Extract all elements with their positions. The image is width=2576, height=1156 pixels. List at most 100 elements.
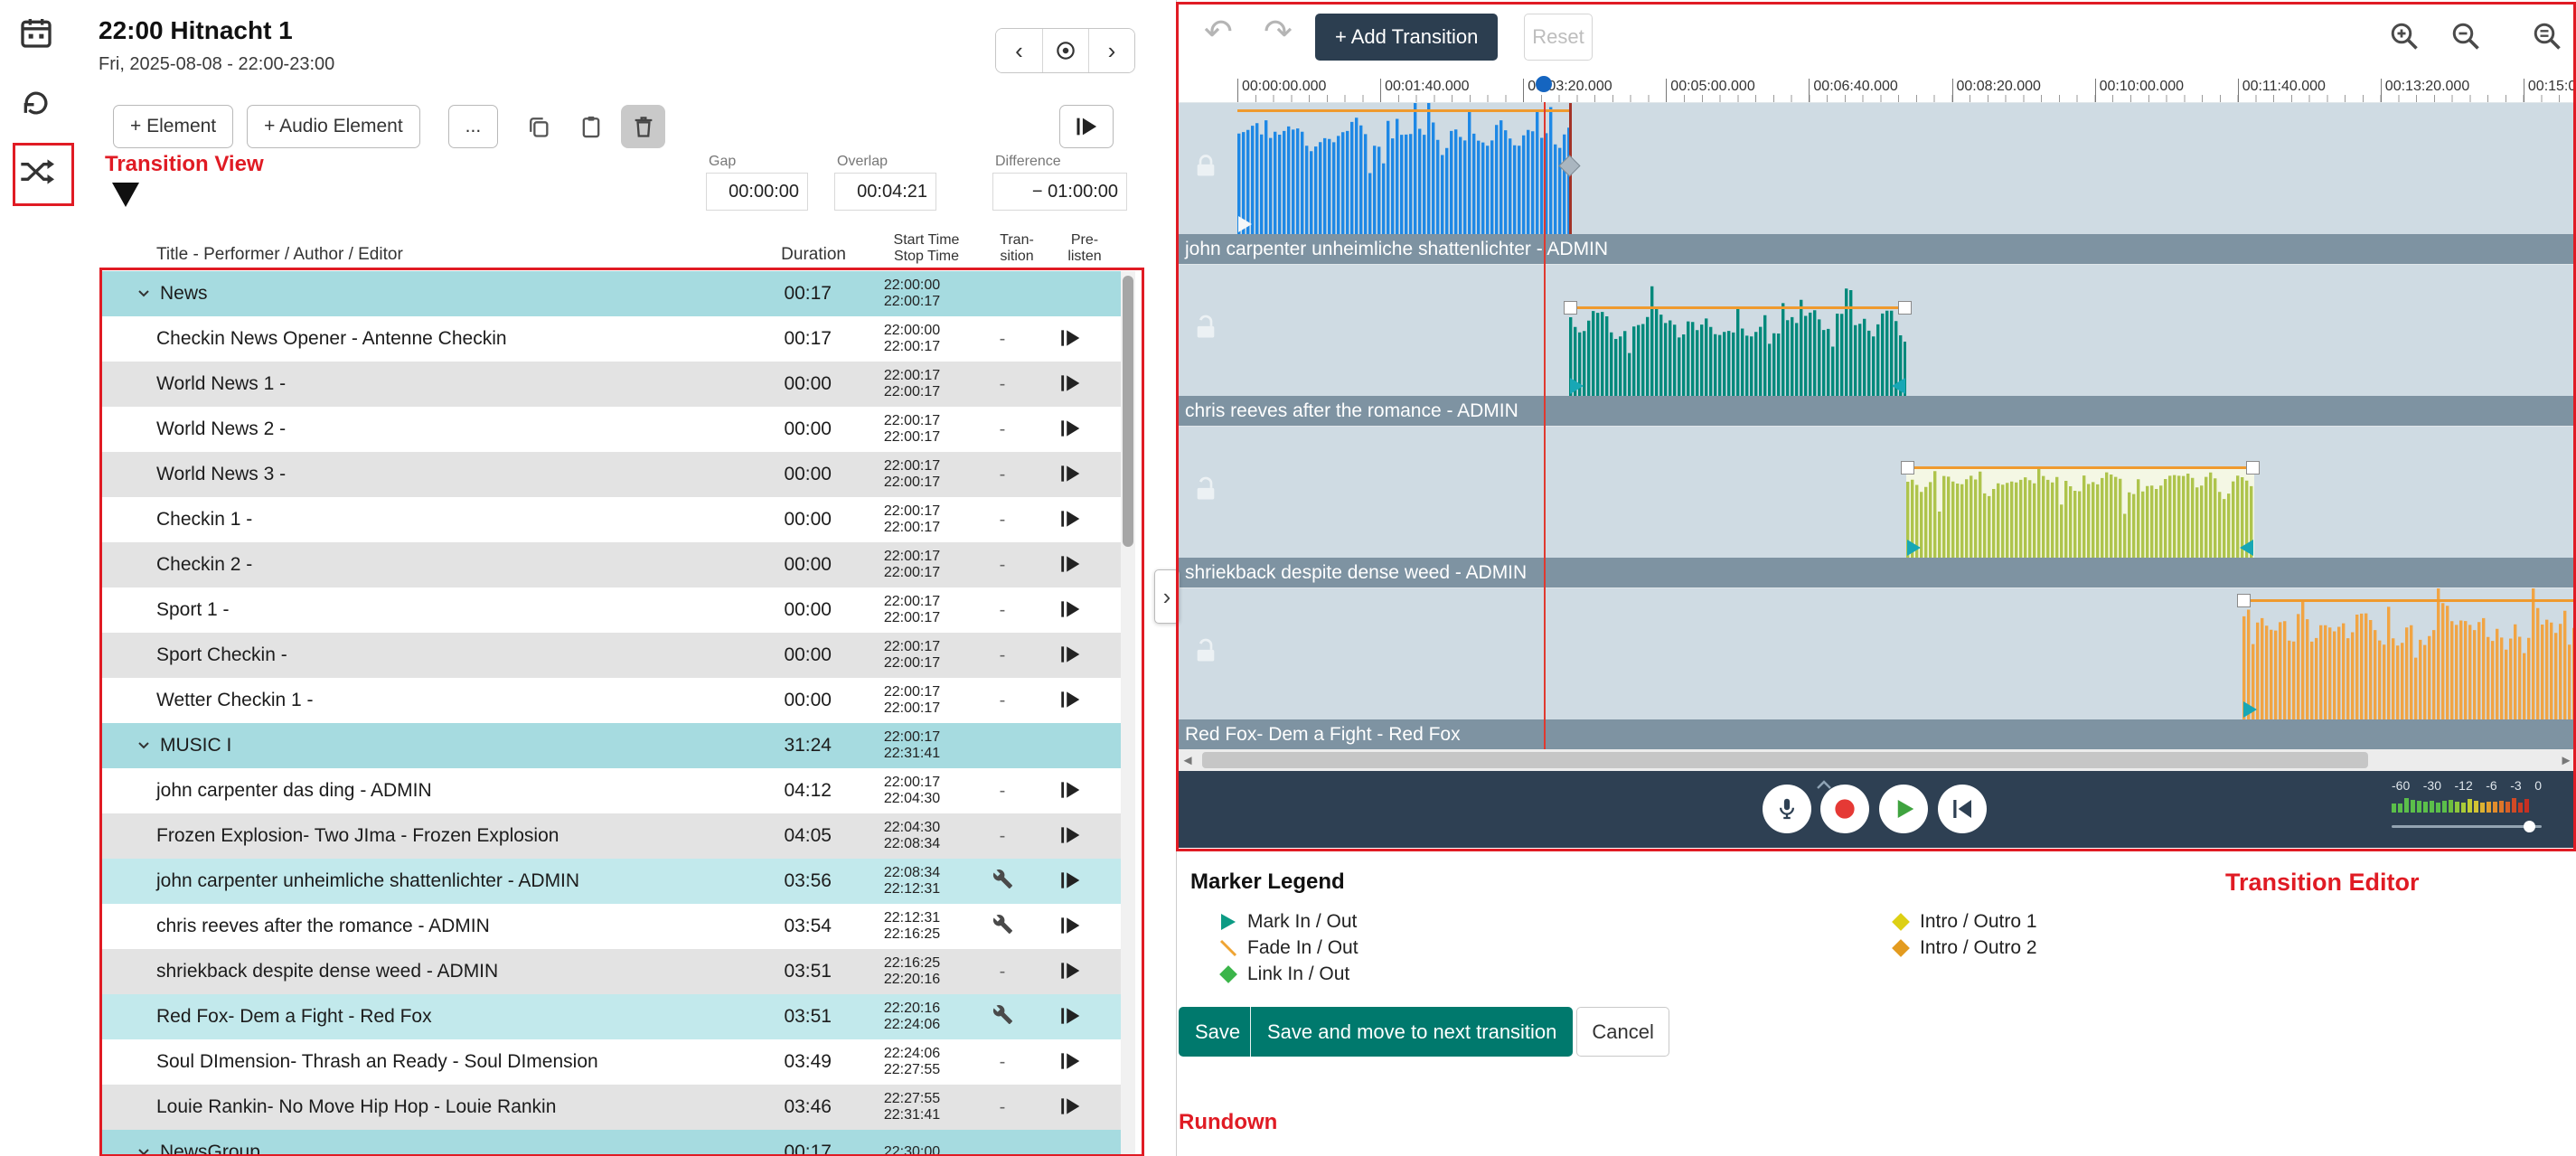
timeline-ruler[interactable]: 00:00:00.00000:01:40.00000:03:20.00000:0… <box>1177 74 2576 103</box>
volume-slider[interactable] <box>2392 821 2542 832</box>
scroll-left-icon[interactable]: ◄ <box>1177 749 1199 771</box>
table-row[interactable]: Soul DImension- Thrash an Ready - Soul D… <box>102 1039 1121 1085</box>
prelisten-button[interactable] <box>1034 1003 1106 1031</box>
prelisten-button[interactable] <box>1034 913 1106 941</box>
panel-expander[interactable]: › <box>1154 569 1180 624</box>
fade-handle-left[interactable] <box>1901 461 1914 475</box>
paste-button[interactable] <box>569 105 613 148</box>
more-options-button[interactable]: ... <box>448 105 499 148</box>
track-lane[interactable] <box>1177 103 2576 234</box>
history-icon[interactable] <box>16 83 56 123</box>
clip-start-marker[interactable] <box>1238 216 1252 232</box>
cancel-button[interactable]: Cancel <box>1576 1007 1669 1057</box>
gap-value[interactable]: 00:00:00 <box>706 173 808 211</box>
mark-in-marker[interactable] <box>1570 378 1584 394</box>
save-button[interactable]: Save <box>1179 1007 1251 1057</box>
table-row[interactable]: World News 2 -00:0022:00:1722:00:17- <box>102 407 1121 452</box>
audio-clip[interactable] <box>2242 588 2576 719</box>
mark-in-marker[interactable] <box>1907 540 1921 556</box>
wrench-icon[interactable] <box>992 1009 1013 1029</box>
next-hour-button[interactable]: › <box>1088 29 1134 72</box>
mark-out-marker[interactable] <box>1892 378 1905 394</box>
table-row[interactable]: Checkin 1 -00:0022:00:1722:00:17- <box>102 497 1121 542</box>
add-transition-button[interactable]: + Add Transition <box>1315 14 1498 61</box>
record-button[interactable] <box>1820 785 1869 833</box>
prelisten-button[interactable] <box>1034 777 1106 805</box>
unlock-icon[interactable] <box>1191 475 1220 510</box>
prelisten-button[interactable] <box>1034 551 1106 579</box>
fade-line[interactable] <box>2242 599 2576 602</box>
table-row[interactable]: john carpenter das ding - ADMIN04:1222:0… <box>102 768 1121 813</box>
table-row[interactable]: Sport Checkin -00:0022:00:1722:00:17- <box>102 633 1121 678</box>
chevron-down-icon[interactable] <box>135 737 153 755</box>
table-row[interactable]: john carpenter unheimliche shattenlichte… <box>102 859 1121 904</box>
prelisten-button[interactable] <box>1034 371 1106 399</box>
table-row[interactable]: Frozen Explosion- Two JIma - Frozen Expl… <box>102 813 1121 859</box>
group-row[interactable]: NewsGroup00:1722:30:00 <box>102 1130 1121 1156</box>
undo-icon[interactable]: ↶ <box>1204 13 1233 52</box>
prelisten-button[interactable] <box>1034 868 1106 896</box>
audio-clip[interactable] <box>1906 427 2254 558</box>
table-row[interactable]: Wetter Checkin 1 -00:0022:00:1722:00:17- <box>102 678 1121 723</box>
track-lane[interactable] <box>1177 265 2576 396</box>
fade-line[interactable] <box>1569 306 1906 309</box>
skip-start-button[interactable] <box>1938 785 1987 833</box>
save-next-transition-button[interactable]: Save and move to next transition <box>1251 1007 1573 1057</box>
current-hour-button[interactable] <box>1042 29 1088 72</box>
shuffle-icon[interactable] <box>16 152 56 192</box>
unlock-icon[interactable] <box>1191 636 1220 672</box>
prelisten-button[interactable] <box>1034 687 1106 715</box>
playhead-line[interactable] <box>1544 102 1546 749</box>
redo-icon[interactable]: ↷ <box>1264 13 1293 52</box>
table-row[interactable]: World News 3 -00:0022:00:1722:00:17- <box>102 452 1121 497</box>
prev-hour-button[interactable]: ‹ <box>996 29 1042 72</box>
difference-value[interactable]: − 01:00:00 <box>992 173 1127 211</box>
copy-button[interactable] <box>516 105 560 148</box>
prelisten-button[interactable] <box>1034 642 1106 670</box>
table-row[interactable]: Checkin 2 -00:0022:00:1722:00:17- <box>102 542 1121 587</box>
prelisten-button[interactable] <box>1034 597 1106 625</box>
table-row[interactable]: Louie Rankin- No Move Hip Hop - Louie Ra… <box>102 1085 1121 1130</box>
delete-button[interactable] <box>621 105 665 148</box>
prelisten-button[interactable] <box>1034 1048 1106 1076</box>
lock-icon[interactable] <box>1191 151 1220 186</box>
reset-button[interactable]: Reset <box>1524 14 1593 61</box>
fade-handle-left[interactable] <box>1564 301 1577 315</box>
zoom-in-icon[interactable] <box>2388 20 2421 57</box>
audio-clip[interactable] <box>1569 265 1906 396</box>
fade-line[interactable] <box>1237 109 1569 112</box>
fade-line[interactable] <box>1906 466 2254 469</box>
table-row[interactable]: Red Fox- Dem a Fight - Red Fox03:5122:20… <box>102 994 1121 1039</box>
mark-out-marker[interactable] <box>2240 540 2253 556</box>
prelisten-button[interactable] <box>1034 416 1106 444</box>
playhead-handle[interactable] <box>1536 76 1552 92</box>
zoom-out-icon[interactable] <box>2449 20 2482 57</box>
add-element-button[interactable]: + Element <box>113 105 233 148</box>
zoom-fit-icon[interactable] <box>2531 20 2563 57</box>
table-scrollbar[interactable] <box>1121 271 1135 1156</box>
fade-handle-right[interactable] <box>1898 301 1912 315</box>
prelisten-button[interactable] <box>1034 1094 1106 1122</box>
table-row[interactable]: Checkin News Opener - Antenne Checkin00:… <box>102 316 1121 362</box>
audio-clip[interactable] <box>1237 103 1572 234</box>
fade-handle-right[interactable] <box>2246 461 2260 475</box>
track-lane[interactable] <box>1177 427 2576 558</box>
table-row[interactable]: World News 1 -00:0022:00:1722:00:17- <box>102 362 1121 407</box>
chevron-down-icon[interactable] <box>135 1143 153 1156</box>
wrench-icon[interactable] <box>992 873 1013 894</box>
table-row[interactable]: chris reeves after the romance - ADMIN03… <box>102 904 1121 949</box>
add-audio-element-button[interactable]: + Audio Element <box>247 105 420 148</box>
calendar-icon[interactable] <box>16 13 56 52</box>
timeline-scrollbar[interactable]: ◄ ► <box>1177 749 2576 771</box>
table-row[interactable]: shriekback despite dense weed - ADMIN03:… <box>102 949 1121 994</box>
wrench-icon[interactable] <box>992 918 1013 939</box>
prelisten-button[interactable] <box>1034 461 1106 489</box>
group-row[interactable]: MUSIC I31:2422:00:1722:31:41 <box>102 723 1121 768</box>
prelisten-button[interactable] <box>1034 822 1106 851</box>
group-row[interactable]: News00:1722:00:0022:00:17 <box>102 271 1121 316</box>
fade-handle-left[interactable] <box>2237 594 2251 607</box>
prelisten-button[interactable] <box>1034 506 1106 534</box>
mic-button[interactable] <box>1763 785 1811 833</box>
track-lane[interactable] <box>1177 588 2576 719</box>
overlap-value[interactable]: 00:04:21 <box>834 173 936 211</box>
